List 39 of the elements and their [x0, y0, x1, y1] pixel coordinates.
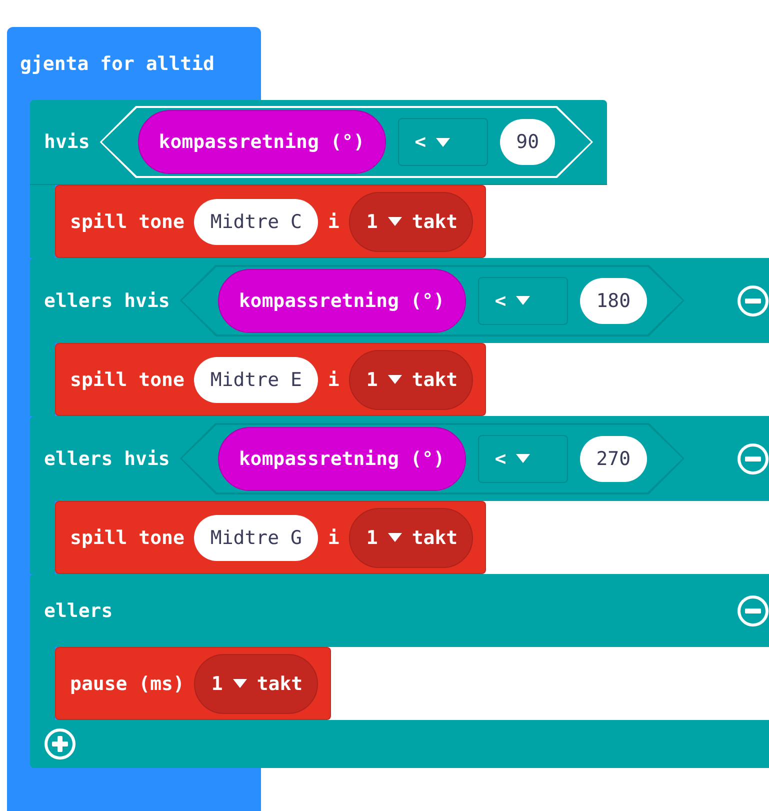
operator-dropdown[interactable]: <	[478, 434, 568, 482]
block-label: ellers hvis	[44, 448, 170, 470]
minus-circle-icon[interactable]	[737, 284, 769, 316]
note-field[interactable]: Midtre C	[194, 198, 318, 244]
minus-circle-icon[interactable]	[737, 594, 769, 626]
plus-circle-icon[interactable]	[44, 728, 76, 760]
number-field[interactable]: 180	[580, 278, 647, 324]
beats-dropdown[interactable]: 1 takt	[349, 508, 473, 568]
operator-dropdown[interactable]: <	[478, 276, 568, 324]
block-label: spill tone	[70, 210, 184, 232]
caret-icon[interactable]	[516, 454, 530, 463]
block-label: gjenta for alltid	[20, 52, 214, 74]
block-label: i	[328, 526, 340, 548]
note-field[interactable]: Midtre E	[194, 356, 318, 402]
block-label: i	[328, 210, 340, 232]
beats-dropdown[interactable]: 1 takt	[349, 350, 473, 410]
number-field[interactable]: 90	[500, 119, 556, 165]
block-label: hvis	[44, 131, 90, 153]
block-label: spill tone	[70, 526, 184, 548]
caret-icon[interactable]	[388, 533, 402, 542]
note-field[interactable]: Midtre G	[194, 514, 318, 560]
block-label: pause (ms)	[70, 672, 184, 694]
sensor-block: kompassretning (°)	[218, 268, 466, 332]
operator-dropdown[interactable]: <	[398, 118, 488, 166]
sensor-block: kompassretning (°)	[138, 110, 386, 174]
caret-icon[interactable]	[388, 375, 402, 384]
minus-circle-icon[interactable]	[737, 442, 769, 474]
caret-icon[interactable]	[516, 296, 530, 305]
number-field[interactable]: 270	[580, 436, 647, 482]
caret-icon[interactable]	[232, 679, 247, 688]
block-label: i	[328, 368, 340, 390]
sensor-block: kompassretning (°)	[218, 426, 466, 490]
caret-icon[interactable]	[388, 217, 402, 226]
block-label: ellers	[44, 600, 113, 622]
caret-icon[interactable]	[436, 138, 450, 146]
beats-dropdown[interactable]: 1 takt	[194, 654, 318, 714]
beats-dropdown[interactable]: 1 takt	[349, 192, 473, 252]
block-label: ellers hvis	[44, 290, 170, 312]
block-label: spill tone	[70, 368, 184, 390]
